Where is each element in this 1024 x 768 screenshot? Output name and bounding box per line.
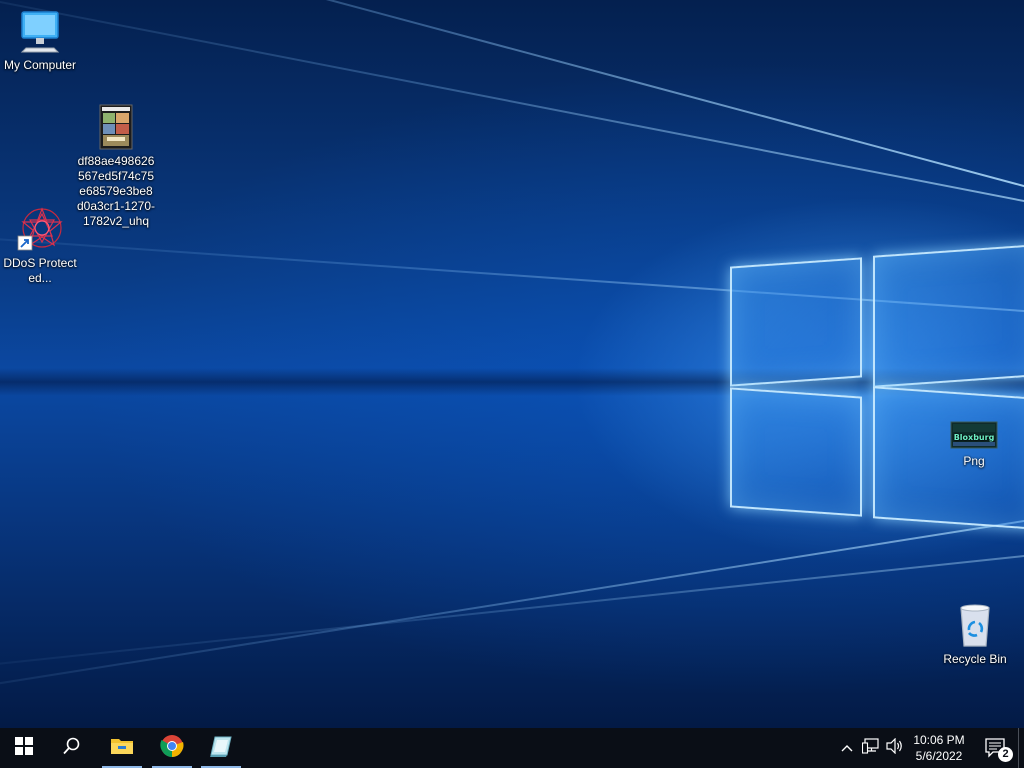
logo-pane-top-left [730, 257, 862, 387]
volume-icon [886, 737, 904, 759]
app-icon [209, 735, 233, 762]
clock-date: 5/6/2022 [915, 749, 963, 763]
icon-label: My Computer [3, 58, 77, 72]
taskbar-file-explorer[interactable] [98, 728, 146, 768]
tray-volume[interactable] [884, 728, 906, 768]
folder-icon [110, 736, 134, 761]
desktop[interactable]: My Computer df88ae498626567ed5f74c75e685… [0, 0, 1024, 728]
clock-time: 10:06 PM [913, 733, 965, 747]
taskbar: 10:06 PM 5/6/2022 2 [0, 728, 1024, 768]
icon-label: Png [963, 454, 985, 468]
logo-pane-top-right [873, 244, 1024, 388]
horizon-band [0, 368, 1024, 396]
image-file-icon: Bloxburg [950, 420, 998, 450]
desktop-icon-recycle-bin[interactable]: Recycle Bin [935, 602, 1015, 667]
recycle-bin-icon [955, 602, 995, 648]
chevron-up-icon [841, 739, 853, 757]
tray-network[interactable] [860, 728, 882, 768]
icon-label: Recycle Bin [943, 652, 1007, 666]
desktop-icon-image-file[interactable]: df88ae498626567ed5f74c75e68579e3be8d0a3c… [76, 104, 156, 229]
search-icon [63, 737, 81, 760]
tray-chevron[interactable] [836, 728, 858, 768]
search-button[interactable] [48, 728, 96, 768]
show-desktop-button[interactable] [1018, 728, 1019, 768]
taskbar-chrome[interactable] [148, 728, 196, 768]
light-beam [0, 476, 1024, 714]
light-beam [0, 526, 1024, 685]
start-button[interactable] [0, 728, 48, 768]
clock[interactable]: 10:06 PM 5/6/2022 [906, 732, 972, 766]
icon-label: DDoS Protected... [3, 256, 77, 285]
light-beam [0, 224, 1024, 332]
image-file-icon [99, 104, 133, 150]
logo-pane-bottom-left [730, 387, 862, 517]
desktop-icon-png[interactable]: Bloxburg Png [934, 420, 1014, 469]
taskbar-app[interactable] [197, 728, 245, 768]
action-center-button[interactable]: 2 [978, 728, 1014, 768]
monitor-icon [16, 8, 64, 54]
desktop-icon-ddos[interactable]: DDoS Protected... [0, 206, 80, 286]
chrome-icon [160, 734, 184, 763]
notification-count-badge: 2 [998, 747, 1013, 762]
desktop-icon-my-computer[interactable]: My Computer [0, 8, 80, 73]
shortcut-app-icon [16, 206, 64, 252]
png-thumb-text: Bloxburg [954, 433, 995, 442]
action-center-icon: 2 [985, 738, 1013, 762]
windows-logo-icon [15, 736, 33, 760]
network-icon [861, 737, 880, 759]
icon-label: df88ae498626567ed5f74c75e68579e3be8d0a3c… [76, 154, 156, 228]
